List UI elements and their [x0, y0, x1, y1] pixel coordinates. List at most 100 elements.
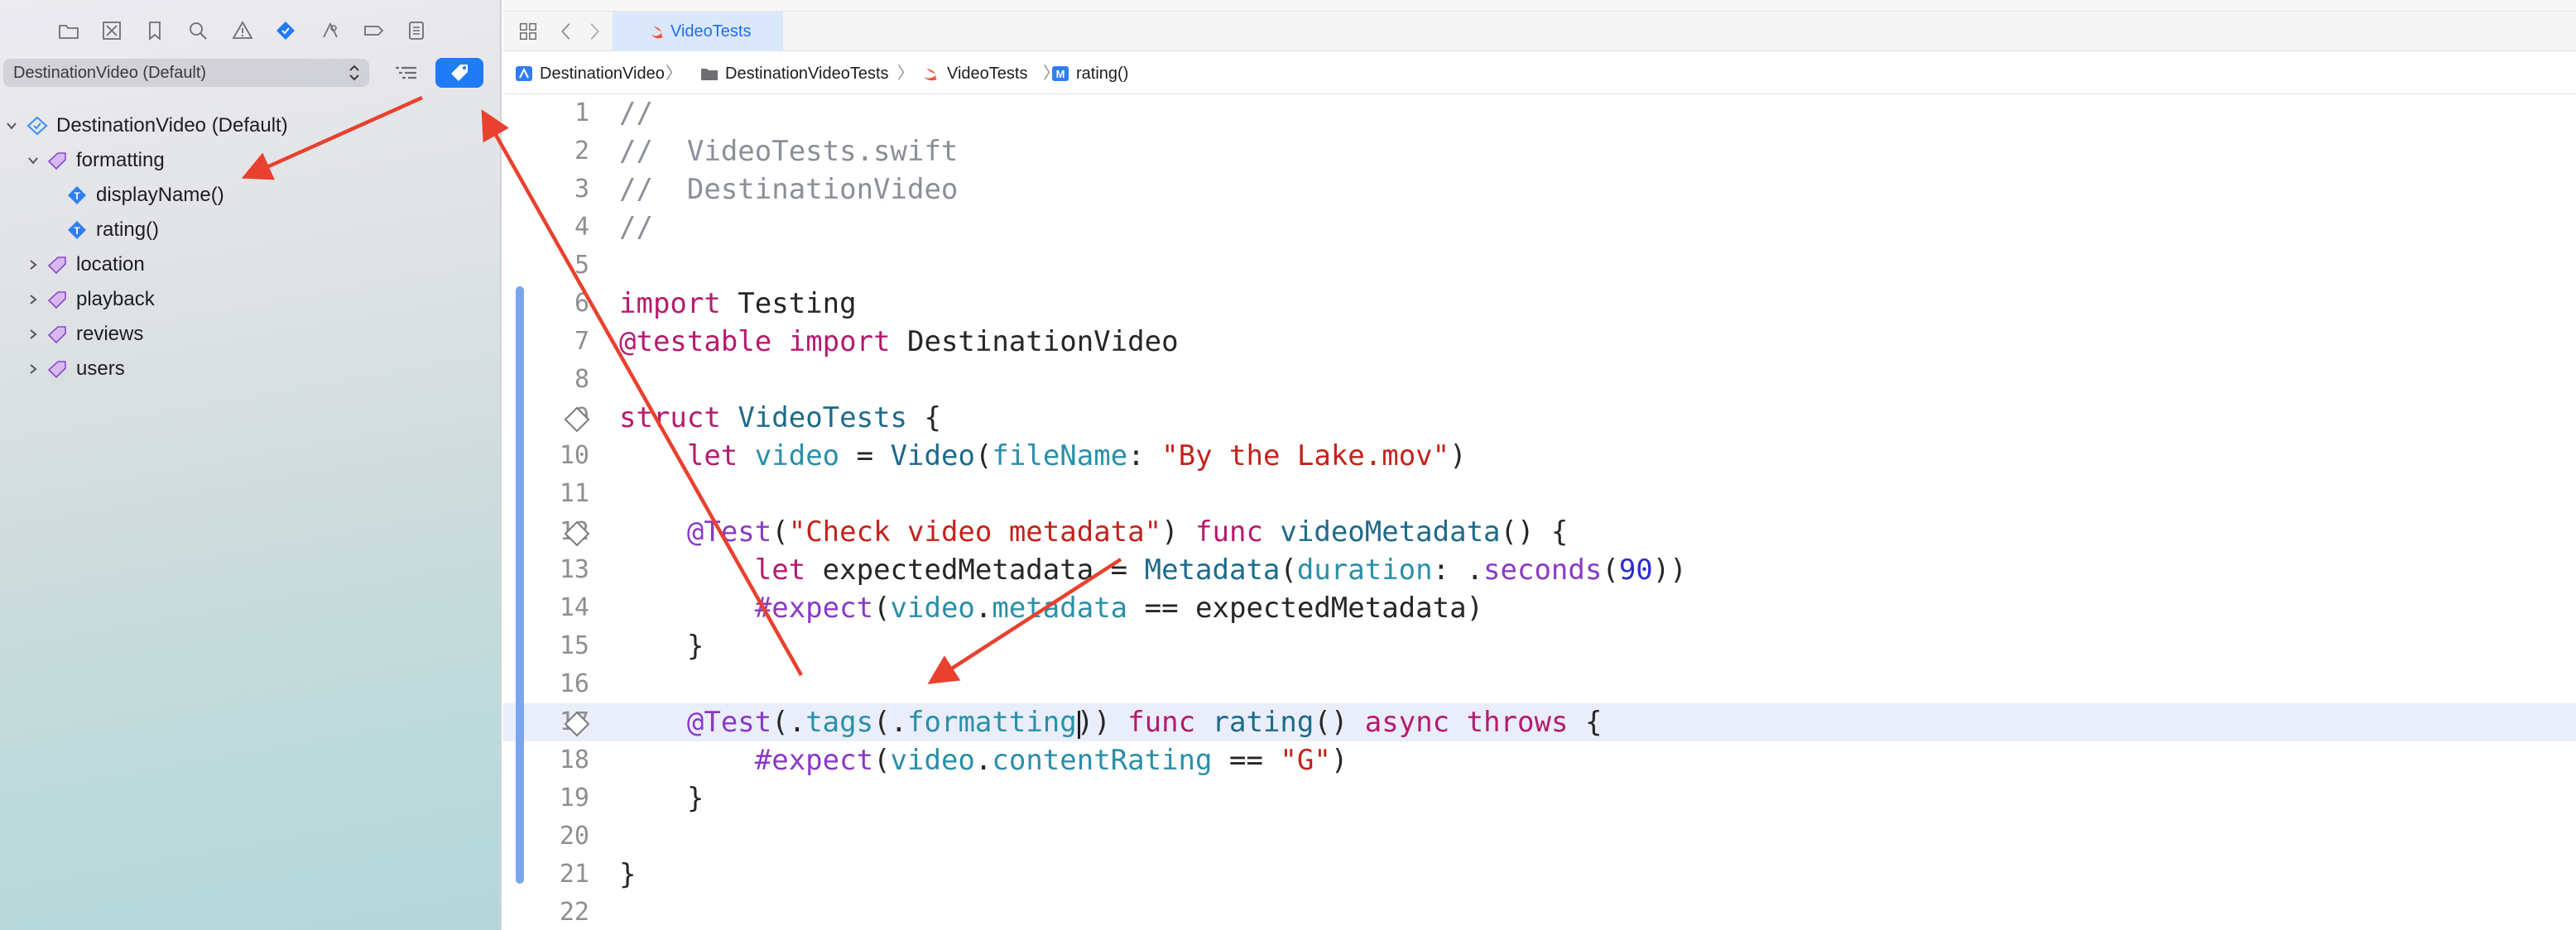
chevron-right-icon[interactable]: [25, 291, 41, 308]
code-line[interactable]: 7 @testable import DestinationVideo: [503, 323, 2576, 361]
breakpoint-icon[interactable]: [359, 17, 387, 45]
code-token: ): [1330, 744, 1348, 777]
chevron-right-icon[interactable]: [25, 326, 41, 343]
code-text: let video = Video(fileName: "By the Lake…: [619, 437, 1467, 475]
code-token: ==: [1212, 744, 1281, 777]
run-test-diamond-icon[interactable]: [563, 520, 591, 548]
code-token: (: [974, 439, 992, 472]
run-test-diamond-icon[interactable]: [563, 710, 591, 738]
line-number: 11: [559, 479, 589, 508]
code-line[interactable]: 14 #expect(video.metadata == expectedMet…: [503, 589, 2576, 627]
project-navigator: DestinationVideo (Default) DestinationVi…: [0, 0, 502, 930]
scheme-popup[interactable]: DestinationVideo (Default): [3, 59, 369, 87]
code-token: @Test: [686, 706, 772, 739]
code-token: (): [1314, 706, 1365, 739]
svg-text:T: T: [74, 225, 80, 237]
code-line[interactable]: 20: [503, 817, 2576, 856]
code-text: // DestinationVideo: [619, 170, 958, 209]
source-control-icon[interactable]: [98, 17, 126, 45]
warning-icon[interactable]: [228, 17, 257, 45]
report-icon[interactable]: [402, 17, 430, 45]
code-line[interactable]: 12 @Test("Check video metadata") func vi…: [503, 513, 2576, 551]
code-token: (: [873, 592, 891, 625]
tags-toggle-button[interactable]: [435, 58, 483, 88]
code-line[interactable]: 9struct VideoTests {: [503, 399, 2576, 437]
code-token: () {: [1500, 515, 1569, 549]
code-token: @testable: [619, 325, 772, 358]
test-diamond-icon: T: [68, 186, 86, 204]
code-line[interactable]: 5: [503, 247, 2576, 285]
grid-icon[interactable]: [517, 20, 540, 43]
bookmark-icon[interactable]: [141, 17, 169, 45]
code-token: )): [1652, 554, 1687, 587]
code-line[interactable]: 19 }: [503, 779, 2576, 817]
chevron-right-icon[interactable]: [25, 256, 41, 273]
debug-icon[interactable]: [316, 17, 344, 45]
code-line[interactable]: 16: [503, 665, 2576, 703]
code-token: :: [1127, 439, 1162, 472]
code-line[interactable]: 2 // VideoTests.swift: [503, 132, 2576, 170]
tab-bar: VideoTests: [503, 12, 2576, 51]
tree-row-test-rating[interactable]: T rating(): [0, 213, 497, 247]
tree-row-tag-users[interactable]: users: [0, 352, 497, 386]
code-token: {: [1568, 706, 1603, 739]
tree-row-plan[interactable]: DestinationVideo (Default): [0, 109, 497, 142]
line-number: 7: [574, 327, 589, 356]
chevron-down-icon[interactable]: [25, 152, 41, 169]
tree-row-tag-playback[interactable]: playback: [0, 283, 497, 316]
code-token: contentRating: [992, 744, 1213, 777]
line-number: 21: [559, 860, 589, 889]
line-number: 16: [559, 669, 589, 698]
chevron-right-icon[interactable]: [25, 361, 41, 377]
code-line[interactable]: 10 let video = Video(fileName: "By the L…: [503, 437, 2576, 475]
forward-chevron-icon[interactable]: [583, 20, 606, 43]
code-line[interactable]: 18 #expect(video.contentRating == "G"): [503, 741, 2576, 779]
code-line[interactable]: 4 //: [503, 209, 2576, 247]
chevron-down-icon[interactable]: [3, 117, 20, 134]
line-number: 14: [559, 593, 589, 622]
code-line[interactable]: 3 // DestinationVideo: [503, 170, 2576, 209]
code-token: duration: [1296, 554, 1433, 587]
code-token: "Check video metadata": [788, 515, 1162, 549]
line-number: 6: [574, 289, 589, 318]
code-token: }: [619, 782, 704, 815]
tree-row-tag-reviews[interactable]: reviews: [0, 318, 497, 351]
window-top-edge: [503, 0, 2576, 12]
tree-row-tag-formatting[interactable]: formatting: [0, 144, 497, 177]
code-token: video: [890, 744, 975, 777]
filter-button[interactable]: [389, 60, 422, 86]
code-line[interactable]: 8: [503, 361, 2576, 399]
line-number: 22: [559, 898, 589, 927]
code-token: .: [974, 592, 992, 625]
tree-row-test-displayname[interactable]: T displayName(): [0, 179, 497, 212]
tree-row-tag-location[interactable]: location: [0, 248, 497, 281]
code-area[interactable]: 1 // 2 // VideoTests.swift 3 // DestinationVi…: [503, 94, 2576, 930]
back-chevron-icon[interactable]: [555, 20, 578, 43]
code-line[interactable]: 22: [503, 894, 2576, 930]
swift-file-icon: [924, 69, 937, 81]
line-number: 5: [574, 251, 589, 280]
code-line[interactable]: 17 @Test(.tags(.formatting)) func rating…: [503, 703, 2576, 741]
code-line[interactable]: 13 let expectedMetadata = Metadata(durat…: [503, 551, 2576, 589]
code-token: }: [619, 630, 704, 663]
line-number: 15: [559, 631, 589, 660]
search-icon[interactable]: [184, 17, 212, 45]
folder-icon[interactable]: [55, 17, 83, 45]
test-navigator-icon[interactable]: [272, 17, 300, 45]
up-down-chevron-icon: [349, 65, 359, 81]
line-number: 3: [574, 175, 589, 204]
code-line[interactable]: 11: [503, 475, 2576, 513]
code-line[interactable]: 6 import Testing: [503, 285, 2576, 323]
run-test-diamond-icon[interactable]: [563, 405, 591, 434]
code-line[interactable]: 1 //: [503, 94, 2576, 132]
code-token: (: [1280, 554, 1297, 587]
line-number: 10: [559, 441, 589, 470]
breadcrumb-separator: 〉: [897, 65, 914, 83]
tab-videotests[interactable]: VideoTests: [613, 12, 783, 51]
code-line[interactable]: 15 }: [503, 627, 2576, 665]
code-line[interactable]: 21}: [503, 856, 2576, 894]
tree-label: DestinationVideo (Default): [56, 114, 288, 137]
